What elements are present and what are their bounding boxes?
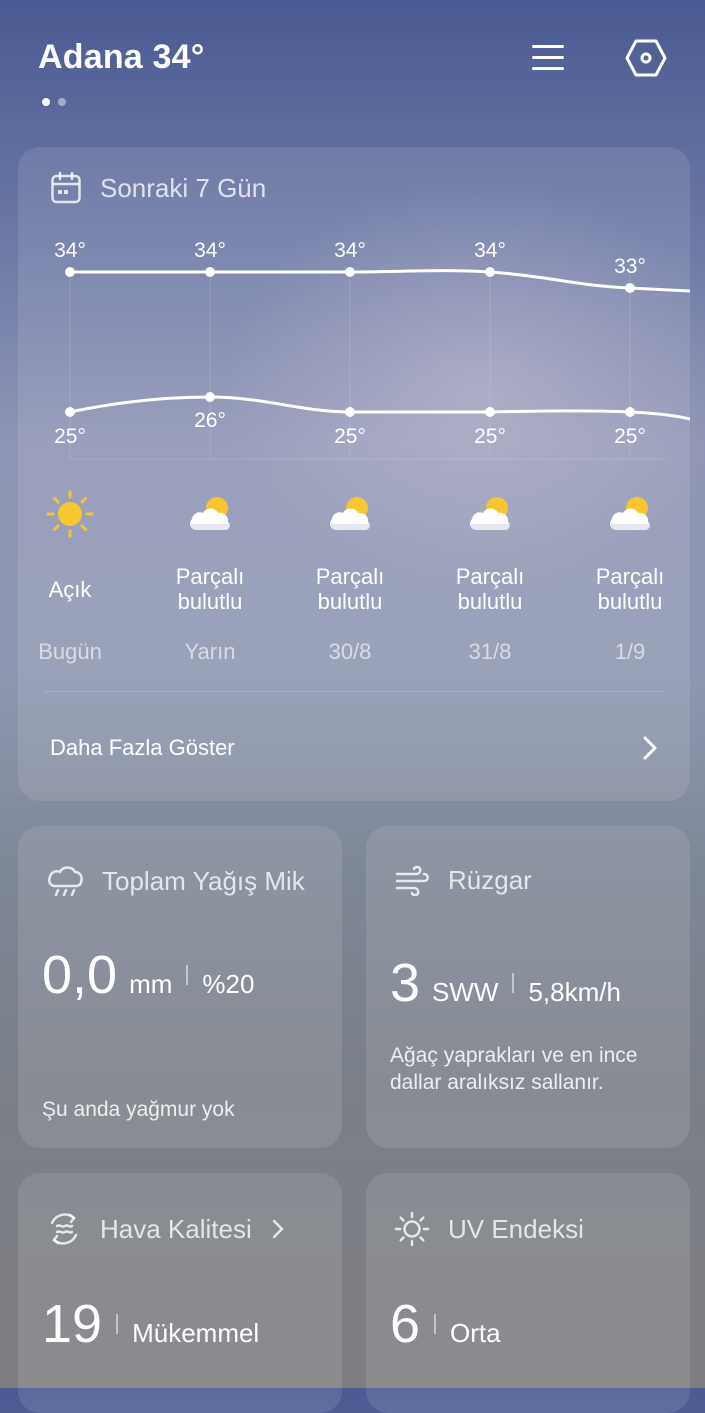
air-quality-icon — [50, 1213, 78, 1245]
forecast-card: Sonraki 7 Gün 34° 34° 34° 34° 33° 25° 26… — [18, 147, 690, 801]
settings-button[interactable] — [622, 36, 670, 80]
low-point — [205, 392, 215, 402]
low-temp-line — [69, 395, 690, 421]
high-temp-label: 34° — [334, 239, 366, 262]
city-title: Adana 34° — [38, 38, 205, 76]
forecast-day[interactable]: Parçalı bulutlu 30/8 — [290, 487, 410, 665]
separator — [434, 1314, 437, 1334]
chevron-right-icon — [272, 1219, 283, 1239]
partly-cloudy-icon — [329, 497, 370, 530]
day-condition: Parçalı bulutlu — [315, 564, 385, 614]
day-condition: Açık — [48, 576, 92, 602]
card-divider — [44, 691, 664, 692]
page-dot[interactable] — [58, 98, 66, 106]
partly-cloudy-icon — [189, 497, 230, 530]
separator — [512, 973, 515, 993]
air-quality-header: Hava Kalitesi — [46, 1211, 326, 1247]
day-date: Bugün — [38, 639, 102, 664]
air-quality-index: 19 — [42, 1294, 103, 1354]
partly-cloudy-icon — [609, 497, 650, 530]
rain-cloud-icon — [47, 866, 83, 897]
air-quality-label: Mükemmel — [132, 1318, 260, 1348]
high-temp-label: 34° — [474, 239, 506, 262]
low-temp-label: 25° — [474, 425, 506, 448]
day-condition: Parçalı bulutlu — [175, 564, 245, 614]
chevron-right-icon — [643, 736, 657, 760]
low-temp-label: 25° — [334, 425, 366, 448]
uv-index-label: Orta — [450, 1318, 501, 1348]
day-date: 30/8 — [328, 639, 372, 664]
wind-speed: 5,8km/h — [528, 977, 621, 1007]
high-point — [625, 283, 635, 293]
page-indicator — [42, 98, 66, 108]
separator — [116, 1314, 119, 1334]
day-condition: Parçalı bulutlu — [595, 564, 665, 614]
precipitation-chance: %20 — [202, 969, 255, 999]
wind-description: Ağaç yaprakları ve en ince dallar aralık… — [390, 1044, 638, 1094]
forecast-day[interactable]: Açık Bugün — [10, 487, 130, 665]
high-point — [345, 267, 355, 277]
uv-index-value: 6 — [390, 1294, 421, 1354]
uv-title: UV Endeksi — [448, 1213, 584, 1244]
low-point — [625, 407, 635, 417]
precipitation-unit: mm — [129, 969, 173, 999]
day-date: Yarın — [184, 639, 236, 664]
partly-cloudy-icon — [469, 497, 510, 530]
high-temp-label: 34° — [54, 239, 86, 262]
wind-direction: SWW — [432, 977, 499, 1007]
temperature-chart — [65, 267, 690, 460]
precipitation-card[interactable]: Toplam Yağış Mik 0,0 mm %20 Şu anda yağm… — [18, 826, 342, 1148]
wind-title: Rüzgar — [448, 864, 532, 895]
precipitation-header: Toplam Yağış Mik — [46, 864, 326, 898]
precipitation-value-row: 0,0 mm %20 — [42, 944, 254, 1006]
low-point — [485, 407, 495, 417]
wind-card[interactable]: Rüzgar 3 SWW 5,8km/h Ağaç yaprakları ve … — [366, 826, 690, 1148]
menu-icon — [532, 45, 564, 70]
uv-sun-icon — [394, 1211, 430, 1247]
low-point — [65, 407, 75, 417]
wind-value-row: 3 SWW 5,8km/h — [390, 952, 621, 1014]
low-temp-label: 25° — [54, 425, 86, 448]
wind-icon — [395, 865, 429, 896]
forecast-day[interactable]: Parçalı bulutlu Yarın — [150, 487, 270, 665]
air-quality-title: Hava Kalitesi — [100, 1213, 252, 1244]
low-point — [345, 407, 355, 417]
precipitation-amount: 0,0 — [42, 945, 118, 1005]
air-quality-value-row: 19 Mükemmel — [42, 1293, 259, 1355]
air-quality-card[interactable]: Hava Kalitesi 19 Mükemmel — [18, 1173, 342, 1413]
precipitation-description: Şu anda yağmur yok — [42, 1098, 235, 1121]
uv-header: UV Endeksi — [394, 1211, 674, 1247]
high-point — [205, 267, 215, 277]
low-temp-label: 26° — [194, 409, 226, 432]
uv-value-row: 6 Orta — [390, 1293, 501, 1355]
forecast-day[interactable]: Parçalı bulutlu 31/8 — [430, 487, 550, 665]
precipitation-title: Toplam Yağış Mik — [102, 865, 305, 896]
high-point — [485, 267, 495, 277]
forecast-day[interactable]: Parçalı bulutlu 1/9 — [570, 487, 690, 665]
menu-button[interactable] — [526, 38, 570, 78]
low-temp-label: 25° — [614, 425, 646, 448]
wind-header: Rüzgar — [394, 864, 674, 896]
day-date: 31/8 — [468, 639, 512, 664]
high-point — [65, 267, 75, 277]
show-more-button[interactable]: Daha Fazla Göster — [50, 733, 660, 763]
high-temp-label: 34° — [194, 239, 226, 262]
show-more-label: Daha Fazla Göster — [50, 735, 235, 760]
day-condition: Parçalı bulutlu — [455, 564, 525, 614]
separator — [186, 965, 189, 985]
page-dot-active[interactable] — [42, 98, 50, 106]
wind-force: 3 — [390, 953, 421, 1013]
high-temp-label: 33° — [614, 255, 646, 278]
sun-icon — [46, 490, 94, 538]
hexagon-settings-icon — [625, 39, 667, 77]
day-date: 1/9 — [614, 639, 646, 664]
uv-index-card[interactable]: UV Endeksi 6 Orta — [366, 1173, 690, 1413]
